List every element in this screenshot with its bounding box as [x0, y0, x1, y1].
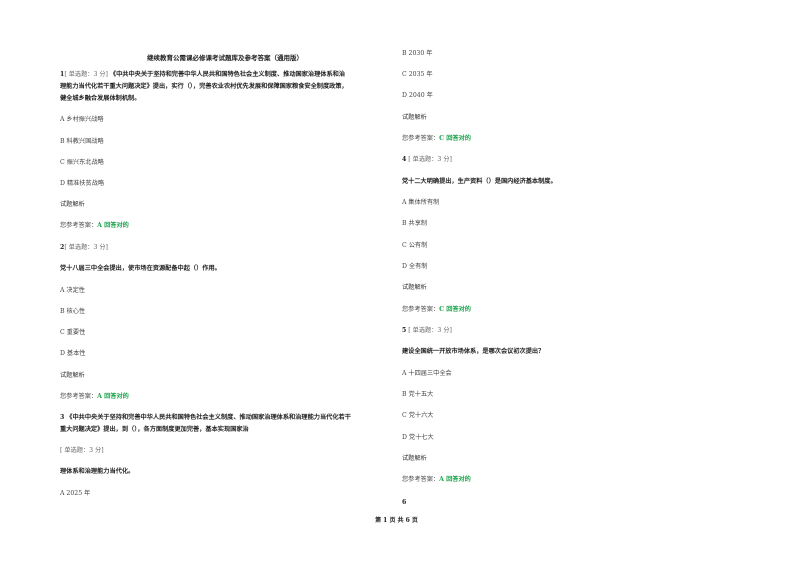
question-stem: 重大问题决定》提出，到（），各方面制度更加完善，基本实现国家治 — [60, 426, 249, 433]
question-6-number: 6 — [402, 499, 407, 506]
question-4-header: 4 [ 单选题：3 分] — [402, 155, 452, 165]
option-d: D 精准扶贫战略 — [60, 180, 105, 187]
option-c: C 2035 年 — [402, 71, 433, 78]
answer-label: 您参考答案： — [60, 222, 98, 229]
answer-label: 您参考答案： — [402, 135, 440, 142]
answer-label: 您参考答案： — [402, 476, 440, 483]
question-stem: 《中共中央关于坚持和完善中华人民共和国特色社会主义制度、推动国家治理体系和治理能… — [66, 414, 351, 421]
question-stem: 《中共中央关于坚持和完善中华人民共和国特色社会主义制度、推动国家治理体系和治 — [109, 71, 346, 78]
document-title: 继续教育公需课必修课考试题库及参考答案（通用版） — [147, 54, 303, 62]
question-meta: [ 单选题：3 分] — [64, 244, 108, 251]
question-stem: 党十八届三中全会提出，使市场在资源配备中起（）作用。 — [60, 265, 221, 272]
option-d: D 2040 年 — [402, 92, 433, 99]
answer-row: 您参考答案：A 回答对的 — [60, 221, 129, 231]
option-b: B 共享制 — [402, 220, 428, 227]
answer-value: C 回答对的 — [439, 306, 471, 313]
question-stem: 健全城乡融合发展体制机制。 — [60, 95, 141, 102]
option-b: B 2030 年 — [402, 50, 433, 57]
answer-value: A 回答对的 — [97, 393, 129, 400]
answer-row: 您参考答案：A 回答对的 — [60, 392, 129, 402]
question-meta: [ 单选题：3 分] — [408, 327, 452, 334]
option-c: C 公有制 — [402, 242, 428, 249]
question-2-header: 2[ 单选题：3 分] — [60, 243, 108, 253]
answer-value: A 回答对的 — [439, 476, 471, 483]
question-number: 5 — [402, 327, 407, 334]
answer-value: C 回答对的 — [439, 135, 471, 142]
question-1-header: 1[ 单选题：3 分] 《中共中央关于坚持和完善中华人民共和国特色社会主义制度、… — [60, 70, 345, 80]
option-a: A 2025 年 — [60, 490, 91, 497]
analysis-label: 试题解析 — [402, 455, 427, 462]
option-d: D 党十七大 — [402, 434, 434, 441]
question-stem: 建设全国统一开放市场体系，是哪次会议初次提出？ — [402, 348, 545, 355]
analysis-label: 试题解析 — [60, 372, 85, 379]
question-5-header: 5 [ 单选题：3 分] — [402, 326, 452, 336]
option-b: B 科教兴国战略 — [60, 138, 104, 145]
analysis-label: 试题解析 — [402, 284, 427, 291]
option-c: C 党十六大 — [402, 412, 434, 419]
option-a: A 集体所有制 — [402, 199, 440, 206]
question-meta: [ 单选题：3 分] — [64, 71, 108, 78]
question-stem: 党十二大明确提出，生产资料（）是国内经济基本制度。 — [402, 178, 557, 185]
answer-row: 您参考答案：C 回答对的 — [402, 305, 471, 315]
analysis-label: 试题解析 — [60, 201, 85, 208]
page-footer: 第 1 页 共 6 页 — [375, 517, 418, 524]
option-c: C 振兴东北战略 — [60, 159, 104, 166]
answer-label: 您参考答案： — [402, 306, 440, 313]
question-stem: 理体系和治理能力当代化。 — [60, 468, 135, 475]
option-d: D 基本性 — [60, 350, 86, 357]
option-b: B 党十五大 — [402, 391, 434, 398]
answer-row: 您参考答案：A 回答对的 — [402, 475, 471, 485]
question-number: 4 — [402, 156, 407, 163]
option-b: B 核心性 — [60, 308, 86, 315]
option-a: A 决定性 — [60, 287, 85, 294]
question-meta: [ 单选题：3 分] — [60, 447, 104, 454]
answer-row: 您参考答案：C 回答对的 — [402, 134, 471, 144]
answer-value: A 回答对的 — [97, 222, 129, 229]
question-3-header: 3 《中共中央关于坚持和完善中华人民共和国特色社会主义制度、推动国家治理体系和治… — [60, 413, 351, 423]
analysis-label: 试题解析 — [402, 114, 427, 121]
question-meta: [ 单选题：3 分] — [408, 156, 452, 163]
option-a: A 十四届三中全会 — [402, 370, 452, 377]
question-number: 3 — [60, 414, 65, 421]
document-page: 继续教育公需课必修课考试题库及参考答案（通用版） 1[ 单选题：3 分] 《中共… — [0, 0, 793, 561]
question-stem: 理能力当代化若干重大问题决定》提出，实行（），完善农业农村优先发展和保障国家粮食… — [60, 83, 348, 90]
option-c: C 重要性 — [60, 329, 86, 336]
answer-label: 您参考答案： — [60, 393, 98, 400]
option-d: D 全有制 — [402, 263, 428, 270]
option-a: A 乡村振兴战略 — [60, 116, 104, 123]
